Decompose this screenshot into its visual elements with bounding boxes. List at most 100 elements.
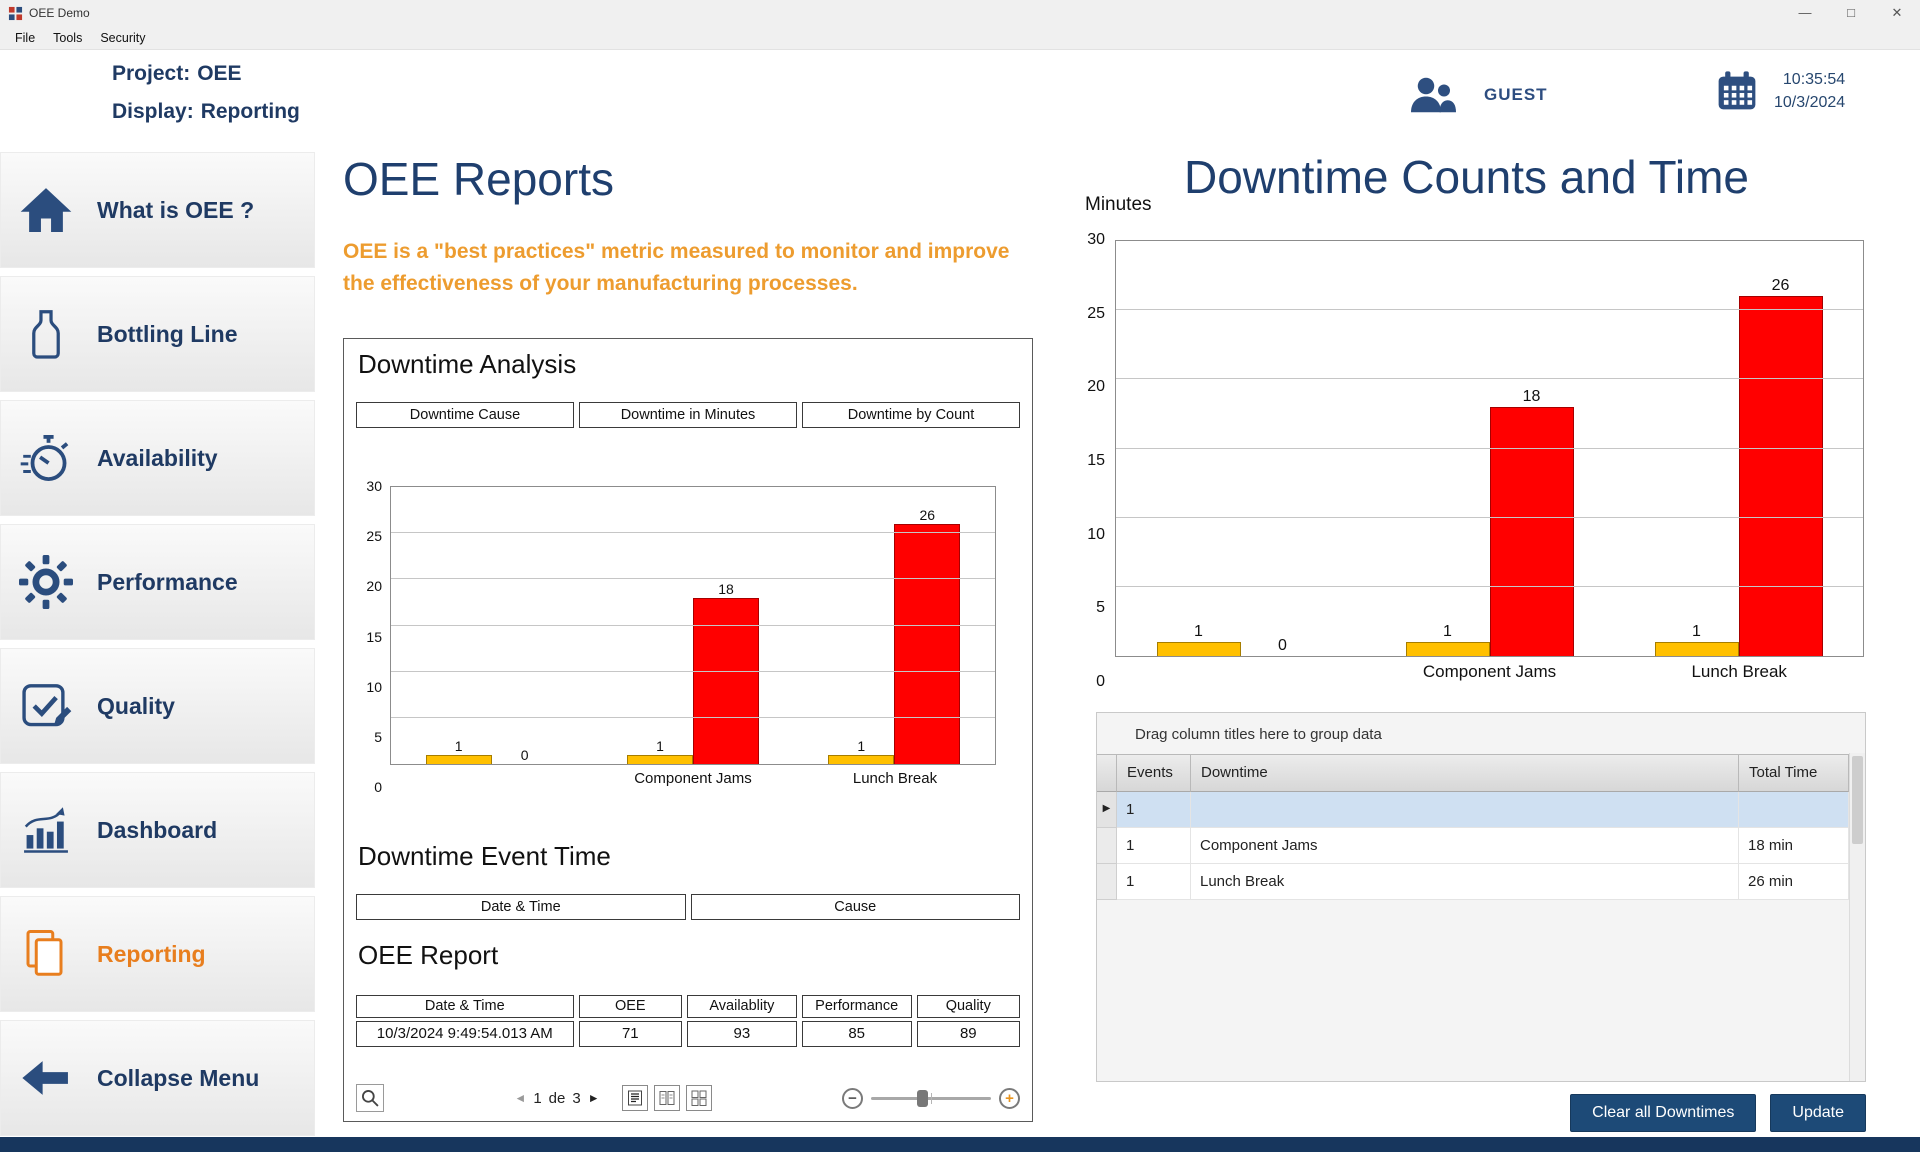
y-axis-tick-label: 10 [366, 679, 382, 695]
project-line: Project:OEE [112, 62, 242, 86]
sidebar-item-dashboard[interactable]: Dashboard [0, 772, 315, 888]
downtime-by-count-bar [1655, 642, 1739, 656]
close-button[interactable]: ✕ [1874, 0, 1920, 26]
main-content: OEE Reports OEE is a "best practices" me… [315, 150, 1920, 1137]
grid-scrollbar[interactable] [1849, 753, 1865, 1081]
cell-downtime: Lunch Break [1191, 864, 1739, 900]
update-button[interactable]: Update [1770, 1094, 1866, 1132]
column-header-performance: Performance [802, 995, 912, 1018]
menu-file[interactable]: File [6, 26, 44, 50]
sidebar-item-bottling-line[interactable]: Bottling Line [0, 276, 315, 392]
bar-value-label: 26 [1772, 277, 1790, 295]
bar-value-label: 1 [857, 738, 865, 754]
sidebar-item-what-is-oee[interactable]: What is OEE ? [0, 152, 315, 268]
column-header-downtime[interactable]: Downtime [1191, 754, 1739, 792]
row-selector-header [1097, 754, 1117, 792]
downtime-in-minutes-bar [693, 598, 759, 764]
window-title: OEE Demo [29, 6, 90, 20]
y-axis-tick-label: 25 [366, 528, 382, 544]
y-axis-label: Minutes [1085, 194, 1152, 216]
page-separator-label: de [549, 1090, 566, 1107]
total-pages: 3 [572, 1090, 580, 1107]
column-header-oee: OEE [579, 995, 682, 1018]
bar-group: 10 [391, 487, 592, 764]
scrollbar-thumb[interactable] [1852, 756, 1863, 844]
zoom-in-button[interactable]: + [999, 1088, 1020, 1109]
cell-downtime: Component Jams [1191, 828, 1739, 864]
sidebar-item-quality[interactable]: Quality [0, 648, 315, 764]
single-page-view-button[interactable] [622, 1085, 648, 1111]
zoom-slider-thumb[interactable] [917, 1090, 928, 1107]
collapse-arrow-icon [15, 1056, 77, 1100]
grid-header-row: Events Downtime Total Time [1097, 754, 1849, 792]
bar-wrap: 26 [1739, 241, 1823, 656]
x-axis-category-label: Lunch Break [1614, 657, 1864, 682]
minimize-button[interactable]: — [1782, 0, 1828, 26]
report-pages-icon [15, 927, 77, 981]
users-icon [1408, 76, 1456, 114]
display-value: Reporting [201, 100, 300, 123]
cell-quality: 89 [917, 1021, 1020, 1047]
maximize-button[interactable]: □ [1828, 0, 1874, 26]
row-selector-cell [1097, 864, 1117, 900]
row-selector-cell: ▶ [1097, 792, 1117, 828]
display-line: Display:Reporting [112, 100, 300, 124]
previous-page-icon[interactable]: ◄ [514, 1091, 526, 1105]
oee-intro-text: OEE is a "best practices" metric measure… [343, 236, 1027, 299]
multi-page-view-button[interactable] [686, 1085, 712, 1111]
column-header-cause: Cause [691, 894, 1021, 920]
downtime-data-grid: Drag column titles here to group data Ev… [1096, 712, 1866, 1082]
sidebar-item-collapse-menu[interactable]: Collapse Menu [0, 1020, 315, 1136]
title-bar: OEE Demo — □ ✕ [0, 0, 1920, 26]
y-axis-tick-label: 20 [366, 578, 382, 594]
grid-row[interactable]: 1 Component Jams 18 min [1097, 828, 1849, 864]
two-page-view-button[interactable] [654, 1085, 680, 1111]
view-mode-buttons [622, 1085, 712, 1111]
bar-wrap: 26 [894, 487, 960, 764]
cell-date-time: 10/3/2024 9:49:54.013 AM [356, 1021, 574, 1047]
downtime-by-count-bar [1406, 642, 1490, 656]
menu-security[interactable]: Security [91, 26, 154, 50]
sidebar-item-performance[interactable]: Performance [0, 524, 315, 640]
cell-performance: 85 [802, 1021, 912, 1047]
column-header-events[interactable]: Events [1117, 754, 1191, 792]
clear-all-downtimes-button[interactable]: Clear all Downtimes [1570, 1094, 1756, 1132]
current-row-pointer-icon: ▶ [1103, 803, 1111, 814]
gridline [391, 717, 995, 718]
bottle-icon [15, 307, 77, 361]
chart-plot-area: 10118126 [1115, 240, 1864, 657]
zoom-slider-midtick [931, 1093, 932, 1104]
downtime-analysis-header-row: Downtime Cause Downtime in Minutes Downt… [356, 402, 1020, 428]
next-page-icon[interactable]: ► [588, 1091, 600, 1105]
gridline [1116, 309, 1863, 310]
sidebar-item-availability[interactable]: Availability [0, 400, 315, 516]
window-controls: — □ ✕ [1782, 0, 1920, 26]
x-axis-category-label [390, 765, 592, 787]
column-header-quality: Quality [917, 995, 1020, 1018]
current-date: 10/3/2024 [1774, 91, 1845, 114]
calendar-icon [1716, 70, 1758, 112]
menu-tools[interactable]: Tools [44, 26, 91, 50]
column-header-total-time[interactable]: Total Time [1739, 754, 1849, 792]
y-axis-tick-label: 30 [1087, 231, 1105, 249]
bar-wrap: 1 [1157, 241, 1241, 656]
downtime-by-count-bar [426, 755, 492, 764]
column-header-downtime-cause: Downtime Cause [356, 402, 574, 428]
zoom-out-button[interactable]: − [842, 1088, 863, 1109]
bar-wrap: 18 [1490, 241, 1574, 656]
report-viewer: Downtime Analysis Downtime Cause Downtim… [343, 338, 1033, 1122]
gridline [391, 578, 995, 579]
downtime-bar-chart-small: 051015202530 10118126 Component JamsLunc… [356, 486, 996, 787]
sidebar-item-reporting[interactable]: Reporting [0, 896, 315, 1012]
y-axis-tick-label: 15 [366, 629, 382, 645]
sidebar-item-label: Collapse Menu [97, 1065, 259, 1092]
page-navigator: ◄ 1 de 3 ► [514, 1090, 599, 1107]
chart-plot-wrap: 10118126 Component JamsLunch Break [1115, 240, 1864, 682]
oee-report-table: Date & Time OEE Availablity Performance … [356, 995, 1020, 1047]
zoom-slider[interactable] [871, 1088, 991, 1108]
grid-row[interactable]: 1 Lunch Break 26 min [1097, 864, 1849, 900]
bar-value-label: 0 [521, 747, 529, 763]
downtime-bar-chart-large: 051015202530 10118126 Component JamsLunc… [1081, 240, 1864, 682]
grid-row[interactable]: ▶ 1 [1097, 792, 1849, 828]
report-search-button[interactable] [356, 1084, 384, 1112]
